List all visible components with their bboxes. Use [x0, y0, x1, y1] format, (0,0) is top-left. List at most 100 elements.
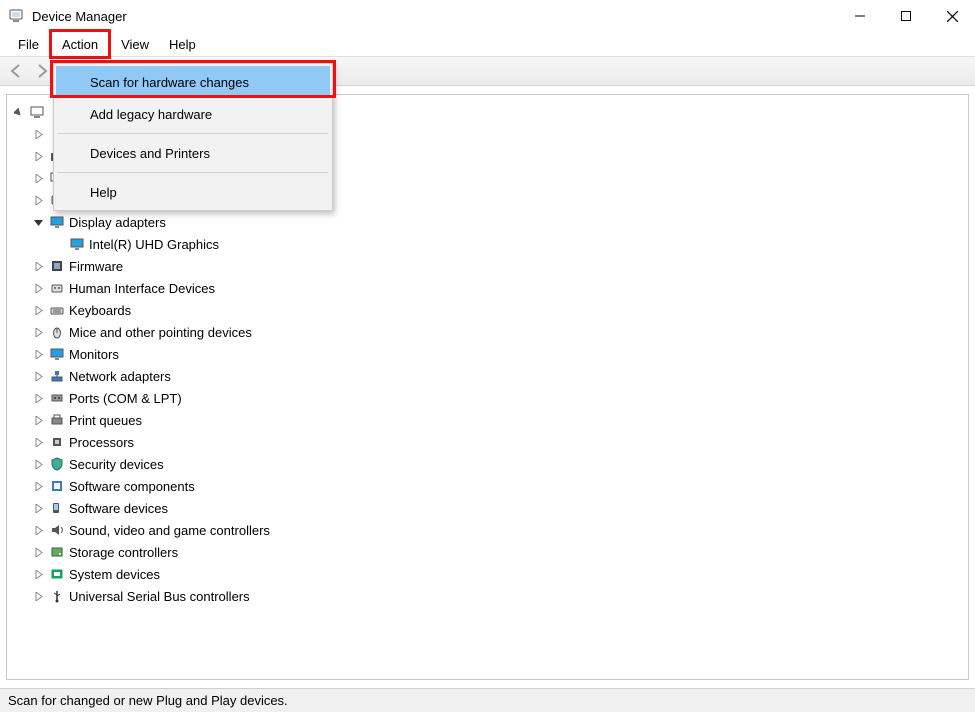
tree-label: Display adapters: [69, 215, 166, 230]
tree-label: Human Interface Devices: [69, 281, 215, 296]
tree-label: Keyboards: [69, 303, 131, 318]
cpu-icon: [49, 434, 65, 450]
menu-bar: File Action View Help: [0, 32, 975, 56]
tree-category-storage[interactable]: Storage controllers: [11, 541, 964, 563]
tree-label: Ports (COM & LPT): [69, 391, 182, 406]
expand-icon[interactable]: [31, 479, 45, 493]
tree-category-security[interactable]: Security devices: [11, 453, 964, 475]
menu-add-legacy[interactable]: Add legacy hardware: [56, 98, 330, 130]
expand-icon[interactable]: [31, 193, 45, 207]
expand-icon[interactable]: [31, 457, 45, 471]
tree-label: Processors: [69, 435, 134, 450]
expand-icon[interactable]: [31, 369, 45, 383]
monitor-icon: [49, 346, 65, 362]
tree-category-hid[interactable]: Human Interface Devices: [11, 277, 964, 299]
tree-label: Universal Serial Bus controllers: [69, 589, 250, 604]
back-icon[interactable]: [4, 59, 28, 83]
tree-label: Software devices: [69, 501, 168, 516]
expand-icon[interactable]: [31, 545, 45, 559]
tree-category-sound[interactable]: Sound, video and game controllers: [11, 519, 964, 541]
menu-help[interactable]: Help: [56, 176, 330, 208]
expand-icon[interactable]: [31, 303, 45, 317]
menu-action[interactable]: Action: [49, 29, 111, 59]
tree-category-network[interactable]: Network adapters: [11, 365, 964, 387]
expand-icon[interactable]: [31, 127, 45, 141]
action-menu-dropdown: Scan for hardware changes Add legacy har…: [53, 63, 333, 211]
display-icon: [49, 214, 65, 230]
tree-category-swcomp[interactable]: Software components: [11, 475, 964, 497]
storage-icon: [49, 544, 65, 560]
swcomp-icon: [49, 478, 65, 494]
tree-label: System devices: [69, 567, 160, 582]
collapse-icon[interactable]: [31, 215, 45, 229]
menu-separator: [58, 172, 328, 173]
forward-icon[interactable]: [30, 59, 54, 83]
tree-category-display[interactable]: Display adapters: [11, 211, 964, 233]
expand-icon[interactable]: [31, 281, 45, 295]
tree-label: Firmware: [69, 259, 123, 274]
collapse-icon[interactable]: [11, 105, 25, 119]
tree-category-swdev[interactable]: Software devices: [11, 497, 964, 519]
sysdev-icon: [49, 566, 65, 582]
hid-icon: [49, 280, 65, 296]
menu-view[interactable]: View: [111, 32, 159, 56]
display-icon: [69, 236, 85, 252]
tree-label: Storage controllers: [69, 545, 178, 560]
expand-icon[interactable]: [31, 501, 45, 515]
port-icon: [49, 390, 65, 406]
printer-icon: [49, 412, 65, 428]
menu-help[interactable]: Help: [159, 32, 206, 56]
expand-icon[interactable]: [31, 391, 45, 405]
sound-icon: [49, 522, 65, 538]
status-text: Scan for changed or new Plug and Play de…: [8, 693, 288, 708]
expand-icon[interactable]: [31, 523, 45, 537]
tree-label: Mice and other pointing devices: [69, 325, 252, 340]
tree-category-keyboards[interactable]: Keyboards: [11, 299, 964, 321]
network-icon: [49, 368, 65, 384]
swdev-icon: [49, 500, 65, 516]
mouse-icon: [49, 324, 65, 340]
expand-icon[interactable]: [31, 149, 45, 163]
window-title: Device Manager: [32, 9, 127, 24]
computer-icon: [29, 104, 45, 120]
title-bar: Device Manager: [0, 0, 975, 32]
status-bar: Scan for changed or new Plug and Play de…: [0, 688, 975, 712]
menu-scan-hardware[interactable]: Scan for hardware changes: [56, 66, 330, 98]
expand-icon[interactable]: [31, 171, 45, 185]
keyboard-icon: [49, 302, 65, 318]
expand-icon[interactable]: [31, 567, 45, 581]
tree-label: Sound, video and game controllers: [69, 523, 270, 538]
maximize-button[interactable]: [883, 0, 929, 32]
expand-icon[interactable]: [31, 325, 45, 339]
firmware-icon: [49, 258, 65, 274]
tree-category-sysdev[interactable]: System devices: [11, 563, 964, 585]
window-controls: [837, 0, 975, 32]
menu-separator: [58, 133, 328, 134]
expand-icon[interactable]: [31, 259, 45, 273]
expand-icon[interactable]: [31, 589, 45, 603]
tree-label: Intel(R) UHD Graphics: [89, 237, 219, 252]
tree-label: Security devices: [69, 457, 164, 472]
expand-icon[interactable]: [31, 347, 45, 361]
tree-category-firmware[interactable]: Firmware: [11, 255, 964, 277]
tree-label: Software components: [69, 479, 195, 494]
expand-icon[interactable]: [31, 435, 45, 449]
menu-file[interactable]: File: [8, 32, 49, 56]
menu-devices-printers[interactable]: Devices and Printers: [56, 137, 330, 169]
tree-category-mice[interactable]: Mice and other pointing devices: [11, 321, 964, 343]
tree-label: Network adapters: [69, 369, 171, 384]
tree-label: Monitors: [69, 347, 119, 362]
tree-device-display_child[interactable]: Intel(R) UHD Graphics: [11, 233, 964, 255]
device-manager-icon: [8, 8, 24, 24]
tree-category-usb[interactable]: Universal Serial Bus controllers: [11, 585, 964, 607]
minimize-button[interactable]: [837, 0, 883, 32]
close-button[interactable]: [929, 0, 975, 32]
tree-category-monitors[interactable]: Monitors: [11, 343, 964, 365]
expand-icon[interactable]: [31, 413, 45, 427]
security-icon: [49, 456, 65, 472]
tree-category-ports[interactable]: Ports (COM & LPT): [11, 387, 964, 409]
tree-label: Print queues: [69, 413, 142, 428]
usb-icon: [49, 588, 65, 604]
tree-category-processors[interactable]: Processors: [11, 431, 964, 453]
tree-category-printq[interactable]: Print queues: [11, 409, 964, 431]
